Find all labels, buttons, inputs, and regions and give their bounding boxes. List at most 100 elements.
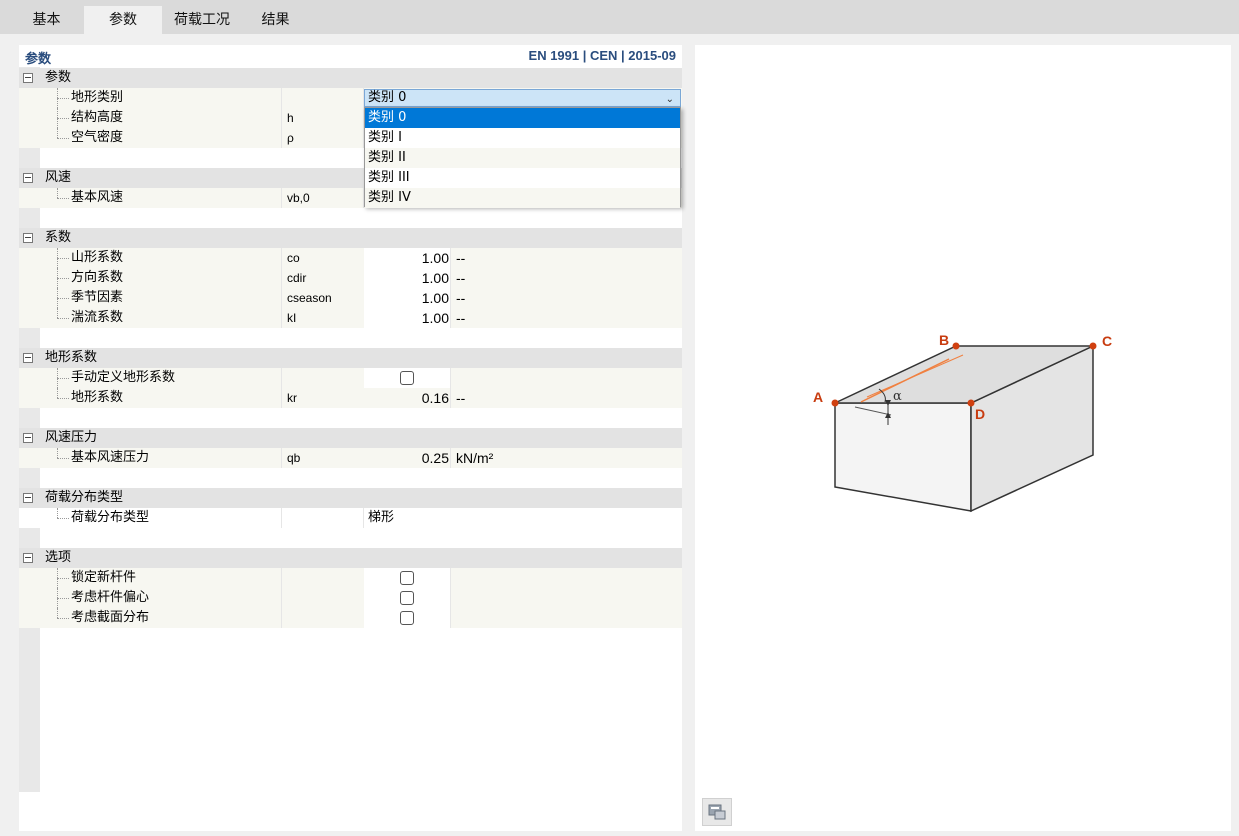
row-unit: -- [456,310,466,326]
row-value[interactable]: 1.00 [364,268,449,288]
label-a: A [813,389,823,405]
point-a [831,399,839,407]
tab-parameters[interactable]: 参数 [84,6,162,34]
terrain-category-select[interactable]: 类别 0 ⌄ [364,89,681,107]
row-manual-terrain-factor[interactable]: 手动定义地形系数 [19,368,682,388]
row-symbol: ρ [287,131,294,145]
row-label: 基本风速压力 [71,450,150,465]
row-label: 结构高度 [71,110,124,125]
group-title: 选项 [45,550,72,565]
group-terrain-factor[interactable]: 地形系数 [19,348,682,368]
row-label: 手动定义地形系数 [71,370,176,385]
option-category-4[interactable]: 类别 IV [365,188,680,208]
row-value[interactable]: 1.00 [364,288,449,308]
front-face [834,402,972,512]
option-category-1[interactable]: 类别 I [365,128,680,148]
panel-title: 参数 [25,52,52,67]
group-params[interactable]: 参数 [19,68,682,88]
row-value[interactable]: 1.00 [364,248,449,268]
row-value[interactable]: 1.00 [364,308,449,328]
row-label: 湍流系数 [71,310,124,325]
row-label: 山形系数 [71,250,124,265]
collapse-icon[interactable] [23,173,33,183]
label-d: D [975,406,985,422]
diagram-options-button[interactable] [702,798,732,826]
collapse-icon[interactable] [23,233,33,243]
row-label: 荷载分布类型 [71,510,150,525]
standard-label: EN 1991 | CEN | 2015-09 [528,48,676,63]
row-label: 基本风速 [71,190,124,205]
row-symbol: h [287,111,294,125]
group-velocity-pressure[interactable]: 风速压力 [19,428,682,448]
option-category-3[interactable]: 类别 III [365,168,680,188]
row-value: 0.16 [421,390,449,406]
group-load-distribution[interactable]: 荷载分布类型 [19,488,682,508]
group-title: 参数 [45,70,72,85]
row-unit: -- [456,390,466,406]
manual-terrain-factor-checkbox[interactable] [400,371,414,385]
point-b [952,342,960,350]
chevron-down-icon[interactable]: ⌄ [666,92,674,108]
row-symbol: kI [287,311,297,325]
option-category-2[interactable]: 类别 II [365,148,680,168]
row-orography[interactable]: 山形系数 co 1.00 -- [19,248,682,268]
image-options-icon [708,804,726,820]
row-season[interactable]: 季节因素 cseason 1.00 -- [19,288,682,308]
group-title: 荷载分布类型 [45,490,124,505]
group-title: 风速压力 [45,430,98,445]
group-coefficients[interactable]: 系数 [19,228,682,248]
row-symbol: vb,0 [287,191,310,205]
row-label: 锁定新杆件 [71,570,137,585]
row-symbol: kr [287,391,297,405]
tab-basic[interactable]: 基本 [14,6,79,34]
point-c [1089,342,1097,350]
lock-new-members-checkbox[interactable] [400,571,414,585]
option-category-0[interactable]: 类别 0 [365,108,680,128]
row-load-distribution-type[interactable]: 荷载分布类型 梯形 [19,508,682,528]
row-unit: -- [456,270,466,286]
row-label: 方向系数 [71,270,124,285]
row-label: 季节因素 [71,290,124,305]
row-unit: -- [456,290,466,306]
group-title: 地形系数 [45,350,98,365]
group-title: 系数 [45,230,72,245]
collapse-icon[interactable] [23,433,33,443]
load-distribution-select[interactable]: 梯形 [368,508,394,528]
row-member-eccentricity[interactable]: 考虑杆件偏心 [19,588,682,608]
building-diagram: α A B C D [813,332,1112,513]
row-symbol: qb [287,451,301,465]
row-label: 地形类别 [71,90,124,105]
select-value: 类别 0 [368,90,407,105]
row-symbol: co [287,251,300,265]
collapse-icon[interactable] [23,73,33,83]
row-turbulence[interactable]: 湍流系数 kI 1.00 -- [19,308,682,328]
member-eccentricity-checkbox[interactable] [400,591,414,605]
collapse-icon[interactable] [23,553,33,563]
row-direction[interactable]: 方向系数 cdir 1.00 -- [19,268,682,288]
collapse-icon[interactable] [23,493,33,503]
panel-header: 参数 EN 1991 | CEN | 2015-09 [19,45,682,67]
row-value: 0.25 [421,450,449,466]
group-options[interactable]: 选项 [19,548,682,568]
row-unit: -- [456,250,466,266]
diagram-panel: α A B C D [695,45,1231,831]
row-label: 空气密度 [71,130,124,145]
section-distribution-checkbox[interactable] [400,611,414,625]
label-b: B [939,332,949,348]
group-title: 风速 [45,170,72,185]
terrain-category-options: 类别 0 类别 I 类别 II 类别 III 类别 IV [364,107,681,208]
tab-results[interactable]: 结果 [243,6,308,34]
row-label: 考虑截面分布 [71,610,150,625]
collapse-icon[interactable] [23,353,33,363]
row-unit: kN/m² [456,450,494,466]
row-label: 地形系数 [71,390,124,405]
row-symbol: cdir [287,271,307,285]
row-basic-velocity-pressure[interactable]: 基本风速压力 qb 0.25 kN/m² [19,448,682,468]
row-section-distribution[interactable]: 考虑截面分布 [19,608,682,628]
row-terrain-factor[interactable]: 地形系数 kr 0.16 -- [19,388,682,408]
label-c: C [1102,333,1112,349]
row-symbol: cseason [287,291,332,305]
alpha-label: α [893,389,902,404]
row-lock-new-members[interactable]: 锁定新杆件 [19,568,682,588]
tab-load-cases[interactable]: 荷载工况 [163,6,241,34]
